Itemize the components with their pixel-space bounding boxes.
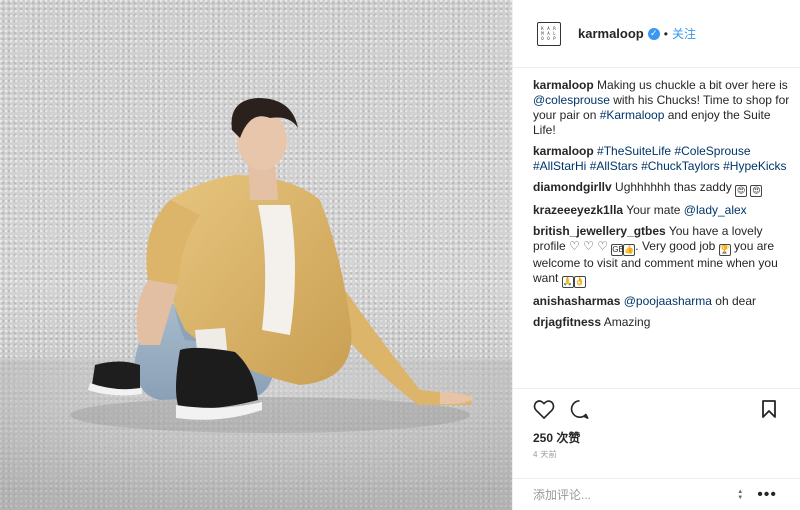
more-options-icon[interactable]: ••• xyxy=(757,486,777,504)
comment-username[interactable]: karmaloop xyxy=(533,144,594,158)
comment-text: Ughhhhhh thas zaddy xyxy=(611,180,736,194)
comment-text: Your mate xyxy=(623,203,684,217)
emoji-icon: 👍 xyxy=(623,244,636,256)
post-header: KARMALOOP karmaloop ✓ • 关注 xyxy=(513,0,800,68)
comment-username[interactable]: drjagfitness xyxy=(533,315,601,329)
comment-username[interactable]: anishasharmas xyxy=(533,294,620,308)
comment-item: diamondgirllv Ughhhhhh thas zaddy 😍 😍 xyxy=(533,180,795,197)
spin-arrows-icon[interactable]: ▲ ▼ xyxy=(735,488,745,502)
hashtag-link[interactable]: #AllStars xyxy=(590,159,638,173)
comment-item: karmaloop Making us chuckle a bit over h… xyxy=(533,78,795,138)
emoji-icon: 🙏 xyxy=(561,276,574,288)
comment-username[interactable]: diamondgirllv xyxy=(533,180,612,194)
comment-username[interactable]: krazeeeyezk1lla xyxy=(533,203,623,217)
emoji-icon: 👌 xyxy=(573,276,586,288)
comment-input[interactable]: 添加评论... xyxy=(533,486,735,503)
hashtag-link[interactable]: #ColeSprouse xyxy=(674,144,750,158)
hashtag-link[interactable]: #AllStarHi xyxy=(533,159,586,173)
heart-icon[interactable] xyxy=(533,399,555,424)
photo-illustration xyxy=(0,98,512,510)
hashtag-link[interactable]: #HypeKicks xyxy=(723,159,786,173)
post-dialog: KARMALOOP karmaloop ✓ • 关注 karmaloop Mak… xyxy=(0,0,800,510)
comment-username[interactable]: british_jewellery_gtbes xyxy=(533,224,666,238)
comment-item: anishasharmas @poojaasharma oh dear xyxy=(533,294,795,309)
add-comment-bar: 添加评论... ▲ ▼ ••• xyxy=(513,478,800,510)
comment-item: drjagfitness Amazing xyxy=(533,315,795,330)
emoji-icon: 🏆 xyxy=(718,244,731,256)
comment-username[interactable]: karmaloop xyxy=(533,78,594,92)
mention-link[interactable]: @poojaasharma xyxy=(624,294,712,308)
emoji-icon: GB xyxy=(611,244,624,256)
account-avatar[interactable]: KARMALOOP xyxy=(537,21,561,46)
comment-item: krazeeeyezk1lla Your mate @lady_alex xyxy=(533,203,795,218)
hashtag-link[interactable]: #TheSuiteLife xyxy=(597,144,671,158)
post-photo[interactable] xyxy=(0,0,512,510)
comment-list: karmaloop Making us chuckle a bit over h… xyxy=(533,78,795,336)
post-actions: 250 次赞 4 天前 xyxy=(513,388,800,478)
emoji-icon: 😍 xyxy=(750,185,763,197)
comment-item: karmaloop #TheSuiteLife #ColeSprouse #Al… xyxy=(533,144,795,174)
header-separator: • xyxy=(663,26,668,41)
post-side-panel: KARMALOOP karmaloop ✓ • 关注 karmaloop Mak… xyxy=(512,0,800,510)
post-time: 4 天前 xyxy=(533,450,557,459)
logo-letter: P xyxy=(553,36,557,41)
hashtag-link[interactable]: #ChuckTaylors xyxy=(641,159,720,173)
comment-text: . Very good job xyxy=(635,239,719,253)
comment-text: oh dear xyxy=(711,294,757,308)
comment-text: Making us chuckle a bit over here is xyxy=(593,78,788,92)
comment-text: Amazing xyxy=(601,315,651,329)
verified-icon: ✓ xyxy=(647,27,660,40)
comment-item: british_jewellery_gtbes You have a lovel… xyxy=(533,224,795,288)
mention-link[interactable]: @colesprouse xyxy=(533,93,610,107)
mention-link[interactable]: @lady_alex xyxy=(684,203,747,217)
hashtag-link[interactable]: #Karmaloop xyxy=(600,108,665,122)
emoji-icon: 😍 xyxy=(735,185,748,197)
comment-icon[interactable] xyxy=(569,399,590,424)
action-icons xyxy=(533,399,590,424)
like-count[interactable]: 250 次赞 xyxy=(533,429,580,446)
header-username[interactable]: karmaloop xyxy=(578,26,644,41)
bookmark-icon[interactable] xyxy=(761,399,777,424)
follow-button[interactable]: 关注 xyxy=(672,25,696,42)
